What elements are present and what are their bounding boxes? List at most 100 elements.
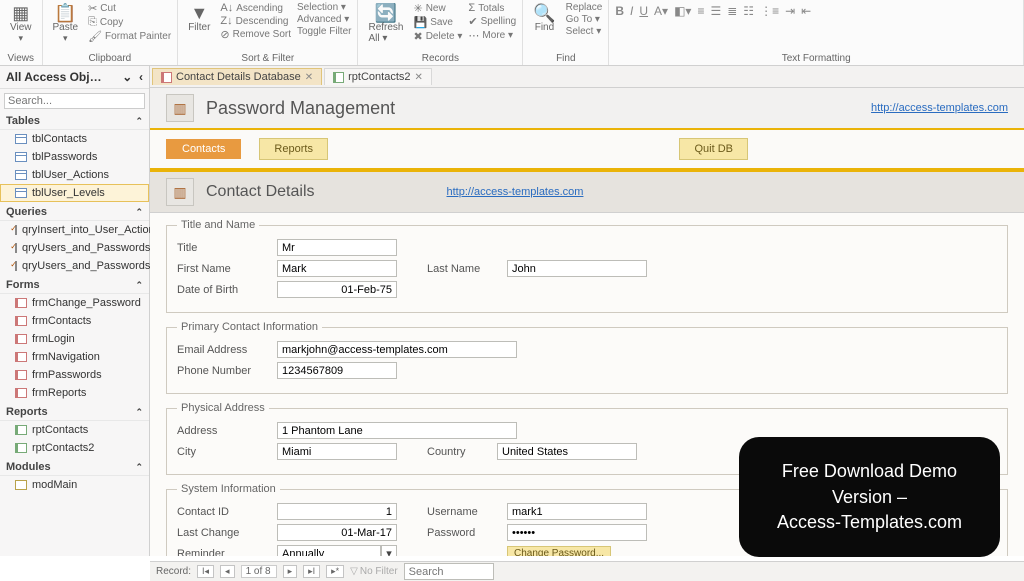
nav-section-tables[interactable]: Tables⌃	[0, 111, 149, 130]
nav-item-frmpasswords[interactable]: frmPasswords	[0, 366, 149, 384]
last-name-field[interactable]	[507, 260, 647, 277]
quit-db-button[interactable]: Quit DB	[679, 138, 748, 160]
nav-search[interactable]	[4, 93, 145, 109]
password-field[interactable]	[507, 524, 647, 541]
header-link[interactable]: http://access-templates.com	[871, 102, 1008, 114]
nav-item-qryinsert[interactable]: qryInsert_into_User_Actions	[0, 221, 149, 239]
ascending-button[interactable]: A↓Ascending	[220, 2, 291, 14]
form-icon	[161, 72, 172, 83]
nav-section-forms[interactable]: Forms⌃	[0, 275, 149, 294]
nav-item-frmlogin[interactable]: frmLogin	[0, 330, 149, 348]
spelling-button[interactable]: ✔Spelling	[468, 15, 516, 28]
nav-item-modmain[interactable]: modMain	[0, 476, 149, 494]
underline-button[interactable]: U	[639, 4, 648, 18]
nav-section-modules[interactable]: Modules⌃	[0, 457, 149, 476]
save-button[interactable]: 💾Save	[413, 16, 462, 29]
address-field[interactable]	[277, 422, 517, 439]
fill-color-button[interactable]: ◧▾	[674, 4, 691, 18]
last-change-field[interactable]	[277, 524, 397, 541]
no-filter-indicator[interactable]: ▽No Filter	[350, 566, 398, 577]
nav-title[interactable]: All Access Obj…⌄ ‹	[0, 66, 149, 89]
record-search-input[interactable]	[404, 563, 494, 580]
prev-record-button[interactable]: ◂	[220, 565, 235, 578]
nav-section-queries[interactable]: Queries⌃	[0, 202, 149, 221]
tab-contact-details-db[interactable]: Contact Details Database✕	[152, 68, 322, 85]
nav-item-frmcontacts[interactable]: frmContacts	[0, 312, 149, 330]
refresh-all-button[interactable]: 🔄Refresh All ▾	[364, 2, 407, 46]
align-center-button[interactable]: ☰	[710, 4, 721, 18]
nav-item-frmnavigation[interactable]: frmNavigation	[0, 348, 149, 366]
contact-details-header: ▥ Contact Details http://access-template…	[150, 172, 1024, 213]
new-record-nav-button[interactable]: ▸*	[326, 565, 344, 578]
replace-button[interactable]: Replace	[566, 2, 603, 13]
bullets-button[interactable]: ☷	[743, 4, 754, 18]
form-header: ▥ Password Management http://access-temp…	[150, 88, 1024, 130]
numbering-button[interactable]: ⋮≡	[760, 4, 779, 18]
filter-button[interactable]: ▼Filter	[184, 2, 214, 41]
subheader-link[interactable]: http://access-templates.com	[447, 186, 584, 198]
nav-item-tbluser-actions[interactable]: tblUser_Actions	[0, 166, 149, 184]
first-record-button[interactable]: I◂	[197, 565, 214, 578]
find-button[interactable]: 🔍Find	[529, 2, 559, 37]
cut-button[interactable]: ✂Cut	[88, 2, 171, 15]
ribbon-group-find: 🔍Find Replace Go To ▾ Select ▾ Find	[523, 0, 609, 65]
nav-item-qryusers2[interactable]: qryUsers_and_Passwords2	[0, 257, 149, 275]
tab-rptcontacts2[interactable]: rptContacts2✕	[324, 68, 432, 85]
contacts-button[interactable]: Contacts	[166, 139, 241, 159]
italic-button[interactable]: I	[630, 4, 633, 18]
record-position[interactable]: 1 of 8	[241, 565, 277, 578]
format-painter-button[interactable]: 🖌Format Painter	[88, 30, 171, 43]
nav-item-tbluser-levels[interactable]: tblUser_Levels	[0, 184, 149, 202]
dob-field[interactable]	[277, 281, 397, 298]
close-icon[interactable]: ✕	[305, 72, 313, 83]
outdent-button[interactable]: ⇤	[801, 4, 811, 18]
fieldset-title-name: Title and Name Title First Name Last Nam…	[166, 219, 1008, 313]
nav-item-frmreports[interactable]: frmReports	[0, 384, 149, 402]
country-field[interactable]	[497, 443, 637, 460]
totals-button[interactable]: ΣTotals	[468, 2, 516, 14]
view-button[interactable]: ▦View▾	[6, 2, 36, 46]
table-icon	[15, 134, 27, 144]
copy-button[interactable]: ⎘Copy	[88, 16, 171, 29]
goto-button[interactable]: Go To ▾	[566, 14, 603, 25]
nav-section-reports[interactable]: Reports⌃	[0, 402, 149, 421]
nav-item-frmchange[interactable]: frmChange_Password	[0, 294, 149, 312]
toggle-filter-button[interactable]: Toggle Filter	[297, 26, 351, 37]
city-field[interactable]	[277, 443, 397, 460]
form-toolbar: Contacts Reports Quit DB	[150, 130, 1024, 172]
font-color-button[interactable]: A▾	[654, 4, 668, 18]
contact-id-field[interactable]	[277, 503, 397, 520]
remove-sort-button[interactable]: ⊘Remove Sort	[220, 28, 291, 41]
align-right-button[interactable]: ≣	[727, 4, 737, 18]
selection-button[interactable]: Selection ▾	[297, 2, 351, 13]
nav-item-rptcontacts[interactable]: rptContacts	[0, 421, 149, 439]
paste-button[interactable]: 📋Paste▾	[49, 2, 83, 46]
indent-button[interactable]: ⇥	[785, 4, 795, 18]
nav-item-tblpasswords[interactable]: tblPasswords	[0, 148, 149, 166]
phone-field[interactable]	[277, 362, 397, 379]
advanced-button[interactable]: Advanced ▾	[297, 14, 351, 25]
chevron-down-icon[interactable]: ▾	[381, 545, 397, 556]
ribbon-group-clipboard: 📋Paste▾ ✂Cut ⎘Copy 🖌Format Painter Clipb…	[43, 0, 179, 65]
more-button[interactable]: ⋯More ▾	[468, 29, 516, 42]
align-left-button[interactable]: ≡	[697, 4, 704, 18]
select-button[interactable]: Select ▾	[566, 26, 603, 37]
nav-item-rptcontacts2[interactable]: rptContacts2	[0, 439, 149, 457]
bold-button[interactable]: B	[615, 4, 624, 18]
descending-button[interactable]: Z↓Descending	[220, 15, 291, 27]
close-icon[interactable]: ✕	[415, 72, 423, 83]
title-field[interactable]	[277, 239, 397, 256]
username-field[interactable]	[507, 503, 647, 520]
email-field[interactable]	[277, 341, 517, 358]
first-name-field[interactable]	[277, 260, 397, 277]
new-record-button[interactable]: ✳New	[413, 2, 462, 15]
reminder-field[interactable]	[277, 545, 381, 556]
nav-item-tblcontacts[interactable]: tblContacts	[0, 130, 149, 148]
change-password-button[interactable]: Change Password...	[507, 546, 611, 556]
delete-button[interactable]: ✖Delete ▾	[413, 30, 462, 43]
nav-item-qryusers1[interactable]: qryUsers_and_Passwords	[0, 239, 149, 257]
next-record-button[interactable]: ▸	[283, 565, 298, 578]
last-record-button[interactable]: ▸I	[303, 565, 320, 578]
reports-button[interactable]: Reports	[259, 138, 328, 160]
nav-search-input[interactable]	[4, 93, 145, 109]
